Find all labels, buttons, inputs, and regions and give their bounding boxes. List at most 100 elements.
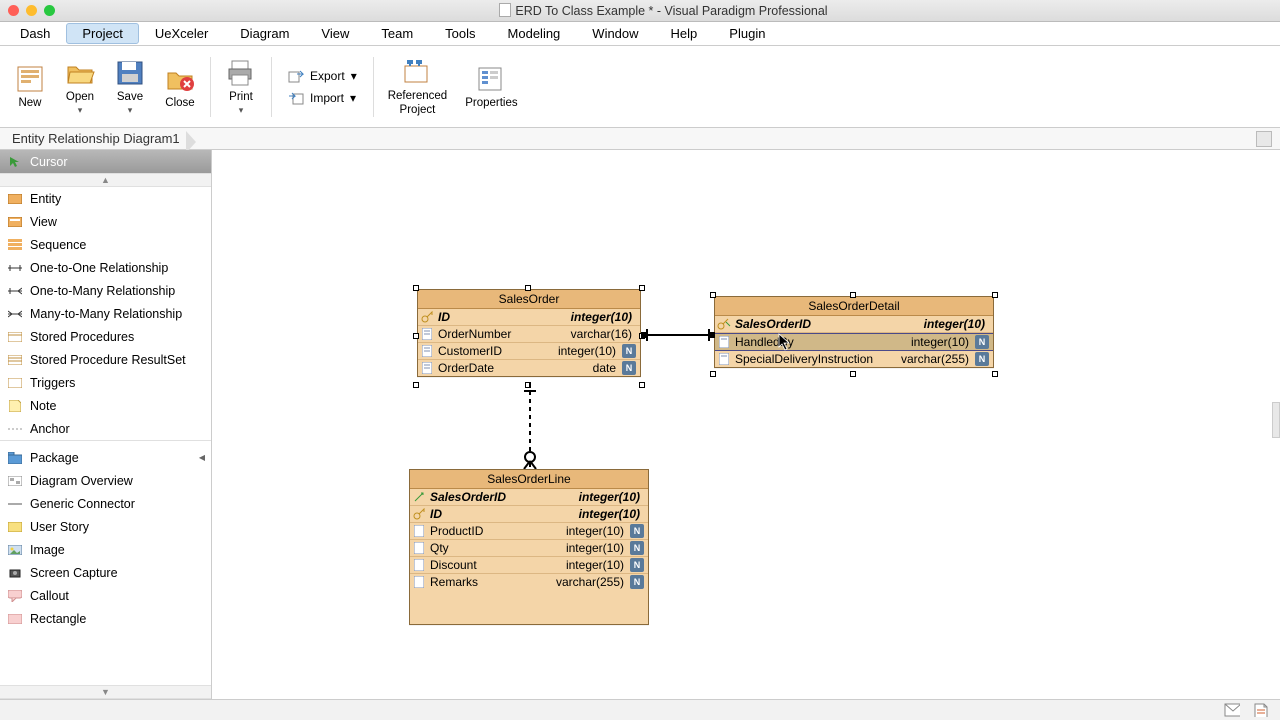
resize-handle[interactable] (413, 333, 419, 339)
menu-team[interactable]: Team (365, 23, 429, 44)
resize-handle[interactable] (850, 292, 856, 298)
resize-handle[interactable] (639, 285, 645, 291)
entity-salesorder[interactable]: SalesOrder IDinteger(10) OrderNumbervarc… (417, 289, 641, 377)
palette-anchor[interactable]: Anchor (0, 417, 211, 440)
column-name: ID (430, 507, 450, 521)
palette-triggers[interactable]: Triggers (0, 371, 211, 394)
minimize-window-icon[interactable] (26, 5, 37, 16)
palette-one-to-one[interactable]: One-to-One Relationship (0, 256, 211, 279)
breadcrumb-panel-icon[interactable] (1256, 131, 1272, 147)
close-icon (164, 63, 196, 95)
menu-plugin[interactable]: Plugin (713, 23, 781, 44)
palette-note[interactable]: Note (0, 394, 211, 417)
rectangle-icon (8, 613, 22, 625)
menu-help[interactable]: Help (655, 23, 714, 44)
capture-icon (8, 567, 22, 579)
resize-handle[interactable] (639, 382, 645, 388)
scroll-indicator[interactable] (1272, 402, 1280, 438)
import-icon (288, 91, 304, 105)
breadcrumb-bar: Entity Relationship Diagram1 (0, 128, 1280, 150)
referenced-project-icon (401, 56, 433, 88)
close-window-icon[interactable] (8, 5, 19, 16)
open-button[interactable]: Open▾ (56, 49, 104, 125)
entity-icon (8, 193, 22, 205)
breadcrumb[interactable]: Entity Relationship Diagram1 (8, 131, 196, 146)
resize-handle[interactable] (413, 382, 419, 388)
diagram-canvas[interactable]: SalesOrder IDinteger(10) OrderNumbervarc… (212, 150, 1280, 699)
palette-package[interactable]: Package (0, 446, 211, 469)
resize-handle[interactable] (710, 371, 716, 377)
export-button[interactable]: Export ▾ (284, 66, 361, 86)
palette-rectangle[interactable]: Rectangle (0, 607, 211, 630)
mail-icon[interactable] (1224, 703, 1240, 717)
entity-salesorderline[interactable]: SalesOrderLine SalesOrderIDinteger(10) I… (409, 469, 649, 625)
palette-user-story[interactable]: User Story (0, 515, 211, 538)
nullable-badge: N (630, 558, 644, 572)
connector-icon (8, 498, 22, 510)
palette-scroll-up[interactable]: ▲ (0, 173, 211, 187)
col-icon (412, 558, 426, 572)
column-type: integer(10) (924, 317, 989, 331)
overview-icon (8, 475, 22, 487)
menu-uexceler[interactable]: UeXceler (139, 23, 224, 44)
column-name: CustomerID (438, 344, 510, 358)
relationship-one-to-one[interactable] (641, 328, 715, 342)
menu-modeling[interactable]: Modeling (492, 23, 577, 44)
palette-diagram-overview[interactable]: Diagram Overview (0, 469, 211, 492)
resize-handle[interactable] (710, 292, 716, 298)
column-name: SalesOrderID (430, 490, 514, 504)
resize-handle[interactable] (525, 285, 531, 291)
palette-scroll-down[interactable]: ▼ (0, 685, 211, 699)
palette-entity[interactable]: Entity (0, 187, 211, 210)
palette-screen-capture[interactable]: Screen Capture (0, 561, 211, 584)
menu-tools[interactable]: Tools (429, 23, 491, 44)
menu-window[interactable]: Window (576, 23, 654, 44)
column-name: Remarks (430, 575, 486, 589)
col-icon (412, 575, 426, 589)
col-icon (412, 541, 426, 555)
palette-generic-connector[interactable]: Generic Connector (0, 492, 211, 515)
palette-stored-procedures[interactable]: Stored Procedures (0, 325, 211, 348)
close-button[interactable]: Close (156, 49, 204, 125)
zoom-window-icon[interactable] (44, 5, 55, 16)
relationship-one-to-many[interactable] (522, 383, 538, 469)
palette-one-to-many[interactable]: One-to-Many Relationship (0, 279, 211, 302)
referenced-project-button[interactable]: Referenced Project (380, 49, 455, 125)
resize-handle[interactable] (413, 285, 419, 291)
resize-handle[interactable] (850, 371, 856, 377)
import-button[interactable]: Import ▾ (284, 88, 361, 108)
palette-view[interactable]: View (0, 210, 211, 233)
palette-callout[interactable]: Callout (0, 584, 211, 607)
menu-project[interactable]: Project (66, 23, 138, 44)
palette-cursor[interactable]: Cursor (0, 150, 211, 173)
resize-handle[interactable] (992, 292, 998, 298)
main-area: Cursor ▲ Entity View Sequence One-to-One… (0, 150, 1280, 699)
toolbar-ribbon: New Open▾ Save▾ Close Print▾ Export ▾ Im… (0, 46, 1280, 128)
column-type: integer(10) (558, 344, 620, 358)
palette-many-to-many[interactable]: Many-to-Many Relationship (0, 302, 211, 325)
save-button[interactable]: Save▾ (106, 49, 154, 125)
column-type: varchar(255) (901, 352, 973, 366)
menu-dash[interactable]: Dash (4, 23, 66, 44)
note-status-icon[interactable] (1254, 703, 1270, 717)
col-icon (717, 335, 731, 349)
print-button[interactable]: Print▾ (217, 49, 265, 125)
view-icon (8, 216, 22, 228)
properties-icon (475, 63, 507, 95)
properties-button[interactable]: Properties (457, 49, 525, 125)
column-name: SpecialDeliveryInstruction (735, 352, 881, 366)
resize-handle[interactable] (992, 371, 998, 377)
entity-salesorderdetail[interactable]: SalesOrderDetail SalesOrderIDinteger(10)… (714, 296, 994, 368)
triggers-icon (8, 377, 22, 389)
column-type: integer(10) (566, 541, 628, 555)
col-icon (420, 327, 434, 341)
palette-sequence[interactable]: Sequence (0, 233, 211, 256)
palette-stored-procedure-resultset[interactable]: Stored Procedure ResultSet (0, 348, 211, 371)
menu-view[interactable]: View (305, 23, 365, 44)
new-button[interactable]: New (6, 49, 54, 125)
palette-image[interactable]: Image (0, 538, 211, 561)
menu-diagram[interactable]: Diagram (224, 23, 305, 44)
cursor-icon (8, 156, 22, 168)
column-type: integer(10) (566, 524, 628, 538)
nullable-badge: N (975, 352, 989, 366)
